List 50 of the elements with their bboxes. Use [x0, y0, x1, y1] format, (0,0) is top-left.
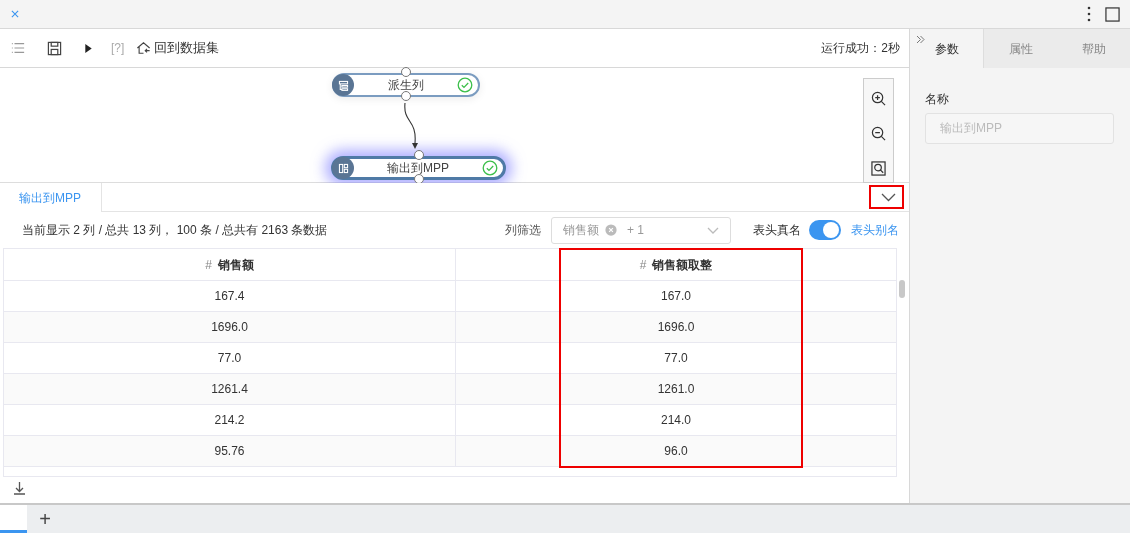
run-status: 运行成功：2秒 [821, 40, 900, 57]
more-icon[interactable] [1087, 6, 1091, 22]
table-cell: 77.0 [4, 343, 456, 373]
success-icon[interactable] [482, 160, 498, 176]
home-icon[interactable] [136, 41, 152, 55]
header-toggle[interactable] [809, 220, 841, 240]
flow-node[interactable]: 输出到MPP [331, 156, 506, 180]
success-icon[interactable] [457, 77, 473, 93]
play-icon[interactable] [84, 42, 93, 54]
table-cell: 1261.4 [4, 374, 456, 404]
table-cell-text: 214.0 [660, 412, 692, 429]
fit-view-icon[interactable] [871, 161, 886, 176]
flow-node[interactable]: 派生列 [332, 73, 480, 97]
panel-tab[interactable]: 参数 [910, 29, 984, 68]
panel-tab[interactable]: 属性 [984, 29, 1057, 68]
back-to-dataset-button[interactable]: 回到数据集 [136, 38, 220, 58]
help-button[interactable]: [?] [111, 39, 125, 57]
download-icon[interactable] [13, 481, 26, 495]
list-icon[interactable] [11, 41, 25, 55]
list-icon[interactable] [336, 78, 350, 92]
table-cell-text: 1696.0 [656, 319, 696, 336]
table-cell-text: 96.0 [663, 443, 689, 460]
highlight-frame [869, 185, 904, 209]
filter-label: 列筛选 [505, 222, 541, 239]
table-cell: 167.4 [4, 281, 456, 311]
panel-tab[interactable]: 帮助 [1057, 29, 1130, 68]
add-tab-button[interactable]: + [27, 505, 63, 533]
toggle-alt-label: 表头别名 [851, 222, 899, 239]
field-label: 名称 [925, 91, 950, 108]
column-header: # 销售额取整 [638, 256, 714, 274]
scrollbar-thumb[interactable] [899, 280, 905, 298]
table-cell: 214.2 [4, 405, 456, 435]
zoom-out-icon[interactable] [871, 126, 886, 141]
table-cell: 1696.0 [4, 312, 456, 342]
chevron-down-icon[interactable] [880, 192, 896, 202]
save-icon[interactable] [47, 40, 62, 56]
column-header: # 销售额 [4, 249, 456, 280]
table-cell-text: 167.0 [660, 288, 692, 305]
maximize-icon[interactable] [1105, 6, 1120, 22]
table-cell-text: 1261.0 [656, 381, 696, 398]
double-chevron-icon[interactable] [916, 35, 925, 44]
table-cell-text: 77.0 [663, 350, 689, 367]
result-tab[interactable]: 输出到MPP [0, 183, 102, 212]
data-summary: 当前显示 2 列 / 总共 13 列， 100 条 / 总共有 2163 条数据 [22, 222, 328, 239]
bottom-tab[interactable] [0, 505, 27, 533]
layout-icon[interactable] [336, 161, 350, 175]
close-icon[interactable] [10, 9, 20, 19]
toggle-label: 表头真名 [753, 222, 801, 239]
zoom-in-icon[interactable] [871, 91, 886, 106]
table-cell: 95.76 [4, 436, 456, 466]
